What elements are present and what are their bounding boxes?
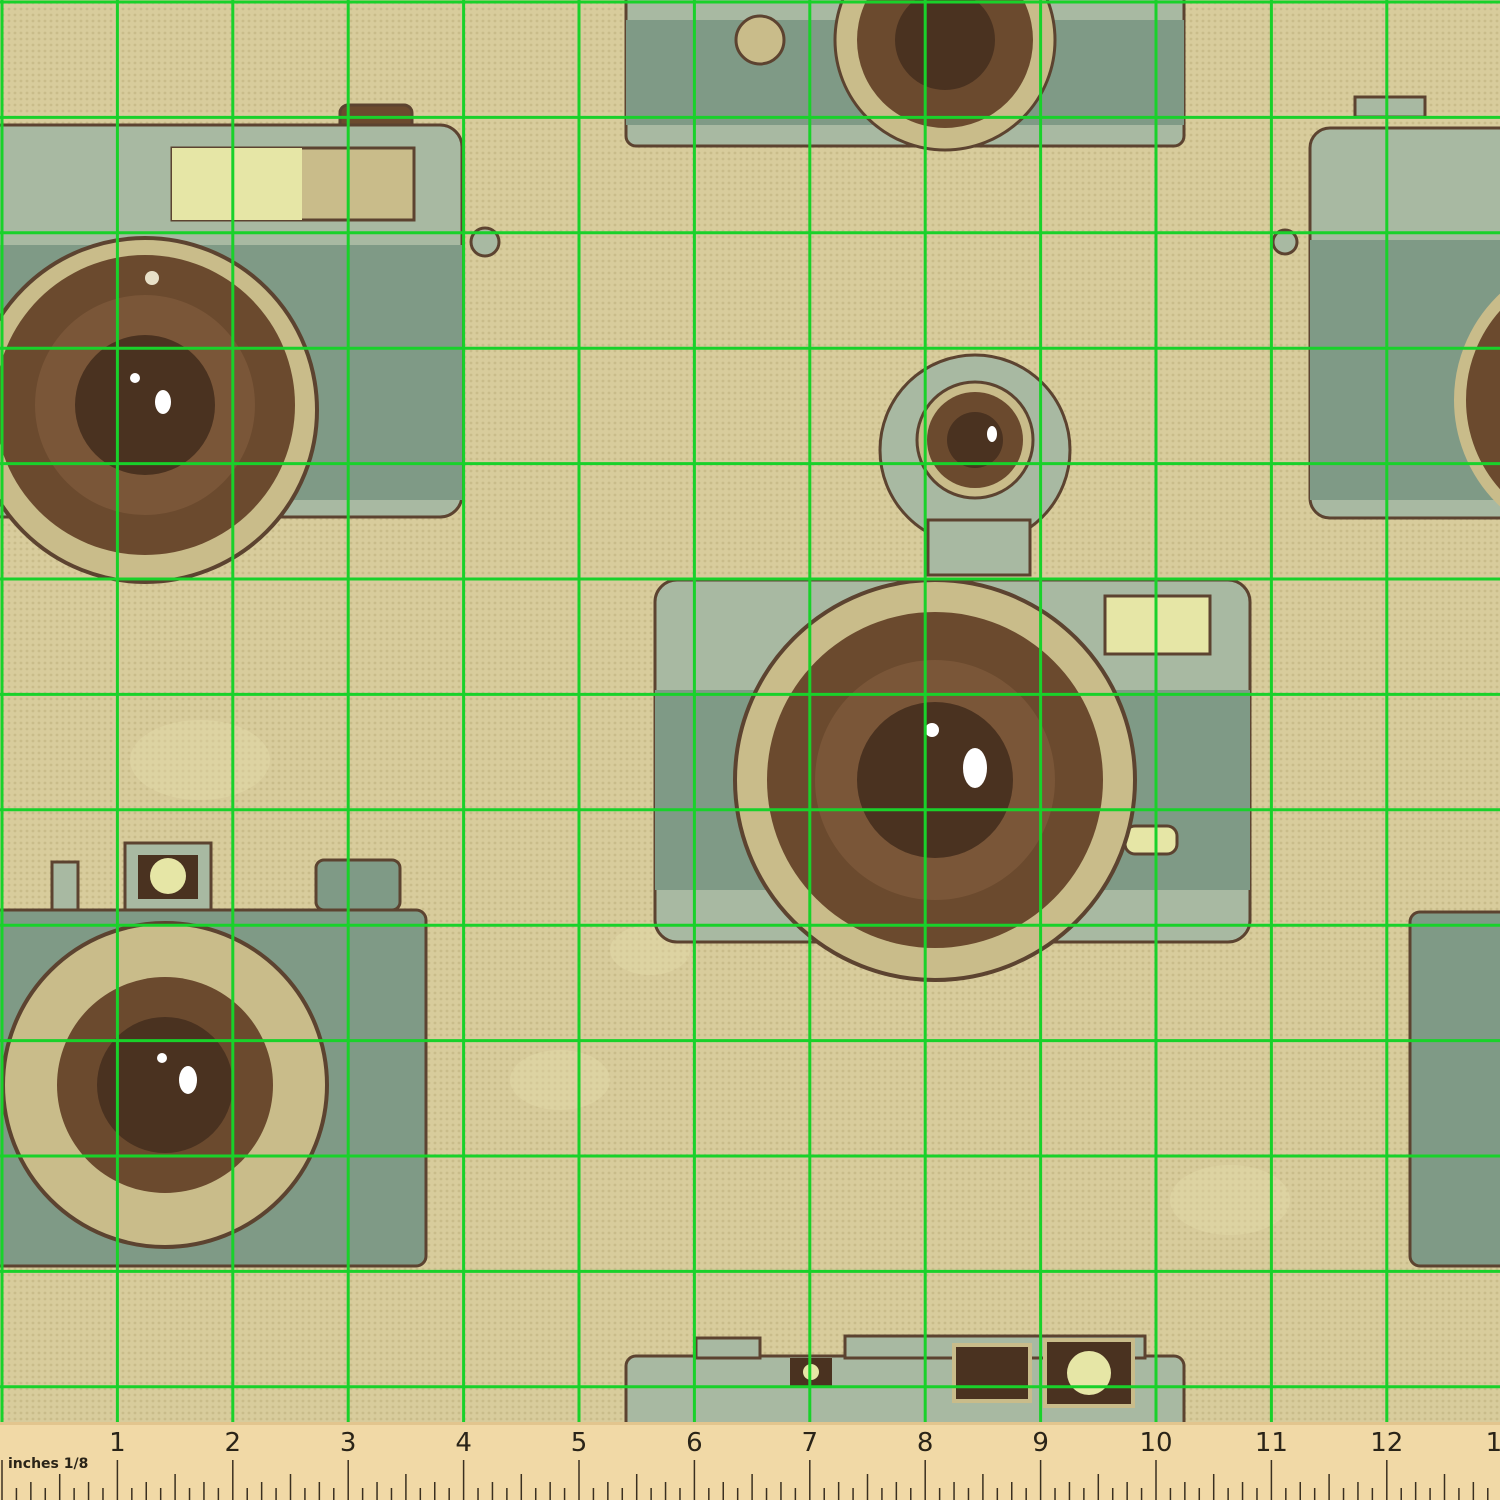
ruler-number: 13 xyxy=(1485,1428,1500,1458)
camera-top-left xyxy=(0,103,501,584)
ruler-number: 12 xyxy=(1370,1428,1404,1458)
ruler-number: 1 xyxy=(109,1428,126,1458)
ruler-number: 2 xyxy=(224,1428,242,1458)
ruler-number: 3 xyxy=(339,1428,357,1458)
camera-top-center xyxy=(624,0,1186,152)
ruler-number: 7 xyxy=(801,1428,819,1458)
ruler-number: 11 xyxy=(1254,1428,1288,1458)
ruler-number: 10 xyxy=(1139,1428,1173,1458)
ruler-number: 9 xyxy=(1032,1428,1049,1458)
ruler-unit-label: inches 1/8 xyxy=(8,1456,89,1472)
ruler-number: 6 xyxy=(686,1428,703,1458)
ruler-number: 5 xyxy=(570,1428,588,1458)
fabric-swatch xyxy=(0,0,1500,1448)
ruler-number: 4 xyxy=(455,1428,472,1458)
camera-bottom-right xyxy=(1408,910,1500,1268)
ruler-number: 8 xyxy=(916,1428,934,1458)
